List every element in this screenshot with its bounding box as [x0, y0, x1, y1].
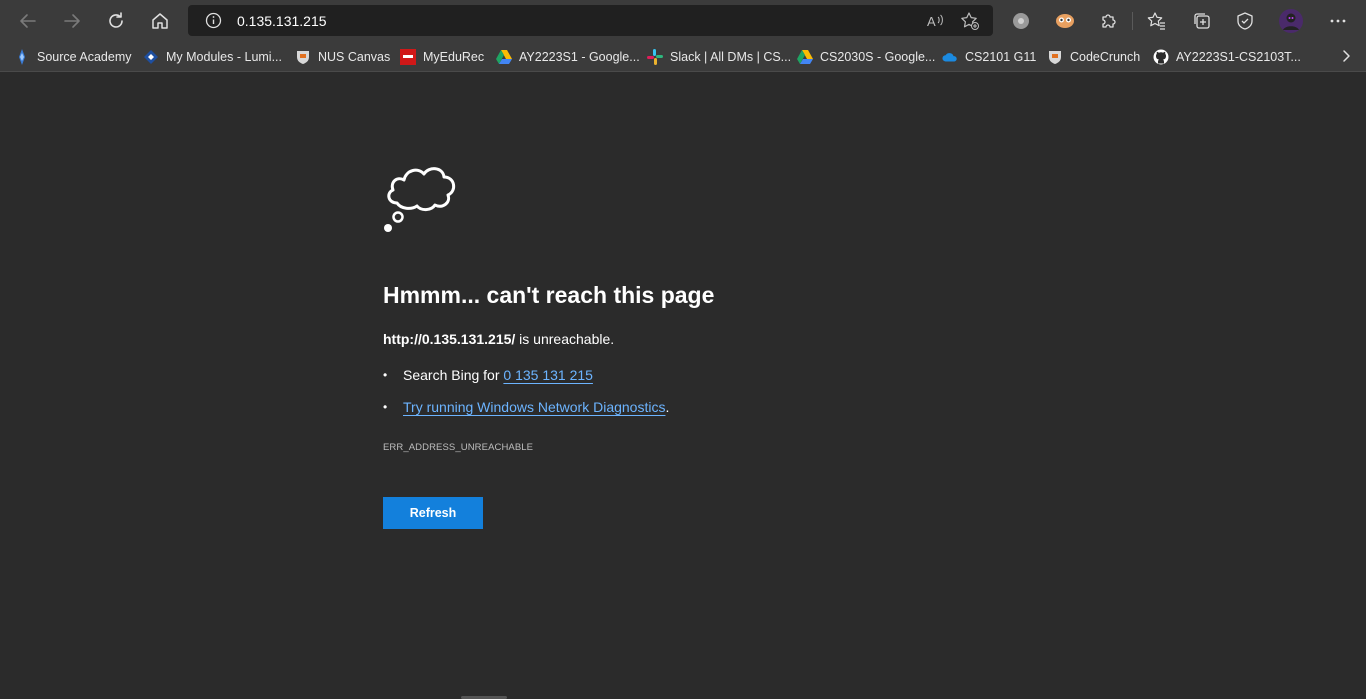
unreachable-text: is unreachable.	[515, 331, 615, 347]
bookmark-label: CS2030S - Google...	[820, 50, 936, 64]
bookmark-myedurec[interactable]: MyEduRec	[400, 46, 484, 68]
bookmark-my-modules[interactable]: My Modules - Lumi...	[143, 46, 282, 68]
bookmark-label: CS2101 G11	[965, 50, 1037, 64]
forward-arrow-icon	[64, 14, 80, 28]
add-favorite-icon[interactable]	[960, 11, 980, 31]
bookmark-label: AY2223S1 - Google...	[519, 50, 640, 64]
bookmark-github-cs2103t[interactable]: AY2223S1-CS2103T...	[1153, 46, 1301, 68]
home-icon	[152, 13, 168, 29]
google-drive-icon	[797, 49, 813, 65]
bookmark-label: Slack | All DMs | CS...	[670, 50, 792, 64]
extension-face-icon	[1056, 14, 1074, 28]
svg-text:A: A	[927, 14, 936, 29]
suggestion-network-diagnostics: • Try running Windows Network Diagnostic…	[383, 399, 669, 415]
network-diagnostics-link[interactable]: Try running Windows Network Diagnostics	[403, 399, 665, 415]
bookmark-label: CodeCrunch	[1070, 50, 1141, 64]
bookmarks-bar: Source Academy My Modules - Lumi... NUS …	[0, 41, 1366, 72]
chevron-right-icon[interactable]	[1340, 49, 1352, 63]
search-prefix: Search Bing for	[403, 367, 500, 383]
avatar-icon	[1279, 9, 1303, 33]
github-icon	[1153, 49, 1169, 65]
google-drive-icon	[496, 49, 512, 65]
search-bing-link[interactable]: 0 135 131 215	[503, 367, 593, 383]
extension-1-button[interactable]	[1008, 8, 1034, 34]
slack-icon	[647, 49, 663, 65]
bookmark-codecrunch[interactable]: CodeCrunch	[1047, 46, 1140, 68]
settings-menu-button[interactable]	[1325, 8, 1351, 34]
bookmark-nus-canvas[interactable]: NUS Canvas	[295, 46, 390, 68]
refresh-button[interactable]: Refresh	[383, 497, 483, 529]
error-title: Hmmm... can't reach this page	[383, 282, 715, 308]
reload-icon	[109, 12, 123, 28]
lumiere-icon	[143, 49, 159, 65]
error-description: http://0.135.131.215/ is unreachable.	[383, 331, 614, 347]
nus-icon	[295, 49, 311, 65]
source-academy-icon	[14, 49, 30, 65]
browser-essentials-button[interactable]	[1232, 8, 1258, 34]
collections-icon	[1194, 13, 1210, 29]
bookmark-source-academy[interactable]: Source Academy	[14, 46, 132, 68]
browser-toolbar: 0.135.131.215 A	[0, 0, 1366, 41]
myedurec-icon	[400, 49, 416, 65]
bookmark-label: My Modules - Lumi...	[166, 50, 283, 64]
bookmark-label: MyEduRec	[423, 50, 485, 64]
collections-button[interactable]	[1189, 8, 1215, 34]
back-arrow-icon	[20, 14, 36, 28]
bullet: •	[383, 368, 388, 382]
more-dots-icon	[1330, 19, 1346, 23]
suggestion-search-bing: • Search Bing for 0 135 131 215	[383, 367, 593, 383]
favorites-star-icon	[1147, 12, 1165, 30]
bookmark-label: Source Academy	[37, 50, 132, 64]
bookmark-label: NUS Canvas	[318, 50, 391, 64]
puzzle-icon	[1102, 14, 1116, 28]
address-bar[interactable]: 0.135.131.215 A	[188, 5, 993, 36]
error-page: Hmmm... can't reach this page http://0.1…	[0, 72, 1366, 699]
unreachable-url: http://0.135.131.215/	[383, 331, 516, 347]
toolbar-divider	[1132, 12, 1133, 30]
bookmark-slack[interactable]: Slack | All DMs | CS...	[647, 46, 791, 68]
profile-button[interactable]	[1278, 8, 1304, 34]
bookmark-cs2101-g11[interactable]: CS2101 G11	[942, 46, 1036, 68]
read-aloud-icon[interactable]: A	[925, 11, 945, 31]
bookmark-label: AY2223S1-CS2103T...	[1176, 50, 1301, 64]
thought-cloud-icon	[384, 167, 456, 232]
extension-2-button[interactable]	[1052, 8, 1078, 34]
reload-button[interactable]	[99, 4, 133, 38]
diagnostics-suffix: .	[665, 399, 670, 415]
heart-shield-icon	[1237, 12, 1253, 30]
home-button[interactable]	[143, 4, 177, 38]
forward-button[interactable]	[55, 4, 89, 38]
favorites-button[interactable]	[1144, 8, 1170, 34]
nus-icon	[1047, 49, 1063, 65]
bullet: •	[383, 400, 388, 414]
extension-disc-icon	[1013, 13, 1029, 29]
back-button[interactable]	[11, 4, 45, 38]
bookmark-ay2223s1-google[interactable]: AY2223S1 - Google...	[496, 46, 640, 68]
info-icon[interactable]	[205, 12, 222, 29]
bookmark-cs2030s-google[interactable]: CS2030S - Google...	[797, 46, 935, 68]
url-text[interactable]: 0.135.131.215	[237, 13, 327, 29]
extensions-button[interactable]	[1096, 8, 1122, 34]
onedrive-icon	[942, 49, 958, 65]
error-code: ERR_ADDRESS_UNREACHABLE	[383, 442, 534, 453]
